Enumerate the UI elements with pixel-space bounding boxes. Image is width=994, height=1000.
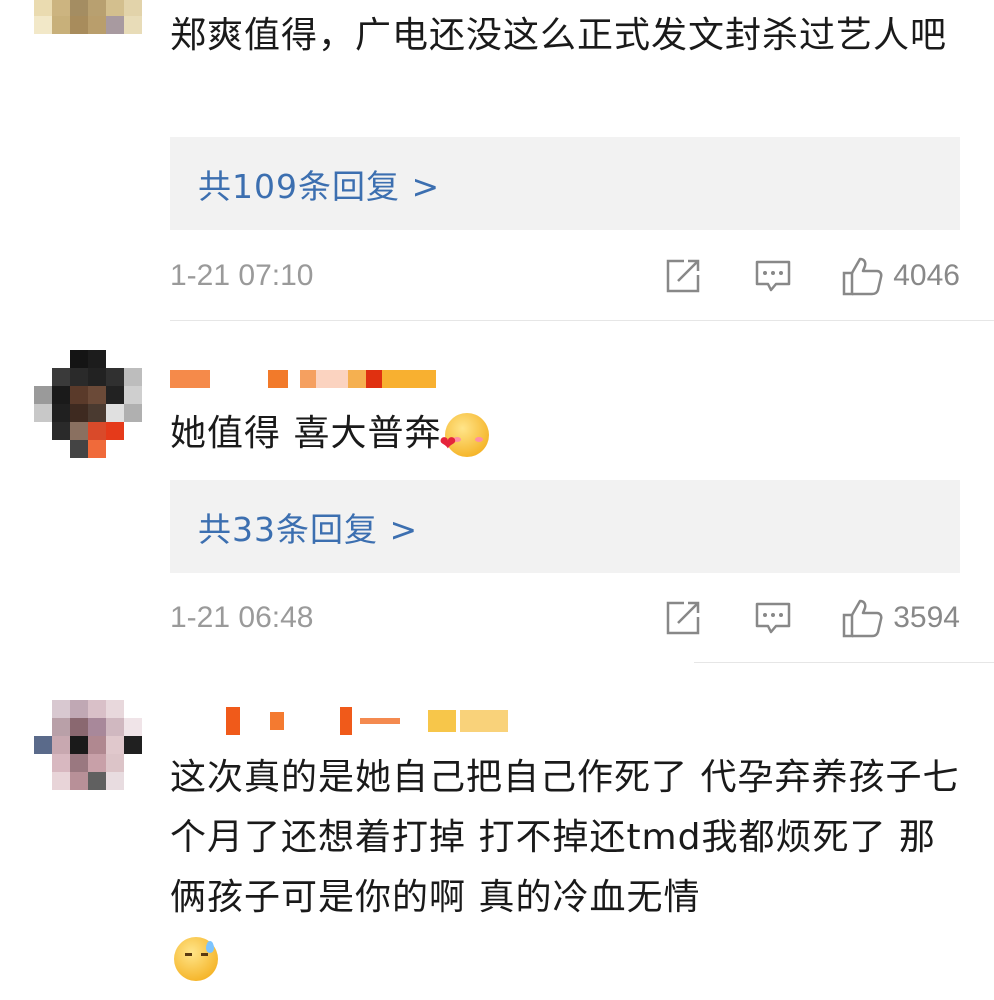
timestamp: 1-21 06:48 xyxy=(170,601,314,634)
action-bar: 3594 xyxy=(661,598,960,638)
comment-text: 她值得 喜大普奔 xyxy=(170,404,960,464)
avatar[interactable] xyxy=(34,350,142,458)
share-icon[interactable] xyxy=(661,598,705,638)
replies-box[interactable]: 共33条回复 > xyxy=(170,480,960,573)
replies-box[interactable]: 共109条回复 > xyxy=(170,137,960,230)
share-icon[interactable] xyxy=(661,256,705,296)
like-count: 4046 xyxy=(893,259,960,292)
comment-icon[interactable] xyxy=(751,256,795,296)
username-redacted[interactable] xyxy=(170,362,436,396)
comment-text: 郑爽值得，广电还没这么正式发文封杀过艺人吧 xyxy=(170,15,948,56)
comment-text-content: 这次真的是她自己把自己作死了 代孕弃养孩子七个月了还想着打掉 打不掉还tmd我都… xyxy=(170,757,960,918)
sweat-smile-emoji-icon xyxy=(174,937,218,981)
like-count: 3594 xyxy=(893,601,960,634)
divider xyxy=(170,320,994,321)
action-bar: 4046 xyxy=(661,256,960,296)
comment-text: 这次真的是她自己把自己作死了 代孕弃养孩子七个月了还想着打掉 打不掉还tmd我都… xyxy=(170,748,960,988)
comment-meta: 1-21 07:10 4046 xyxy=(170,256,960,296)
avatar[interactable] xyxy=(34,0,142,52)
divider xyxy=(694,662,994,663)
comment-icon[interactable] xyxy=(751,598,795,638)
thumbs-up-icon[interactable] xyxy=(841,256,885,296)
blush-heart-emoji-icon xyxy=(439,413,490,457)
comment-meta: 1-21 06:48 3594 xyxy=(170,598,960,638)
thumbs-up-icon[interactable] xyxy=(841,598,885,638)
replies-link[interactable]: 共109条回复 > xyxy=(198,160,440,208)
avatar[interactable] xyxy=(34,700,142,808)
replies-link[interactable]: 共33条回复 > xyxy=(198,503,418,551)
username-redacted[interactable] xyxy=(170,704,508,738)
comment-text-content: 她值得 喜大普奔 xyxy=(170,413,442,454)
timestamp: 1-21 07:10 xyxy=(170,259,314,292)
